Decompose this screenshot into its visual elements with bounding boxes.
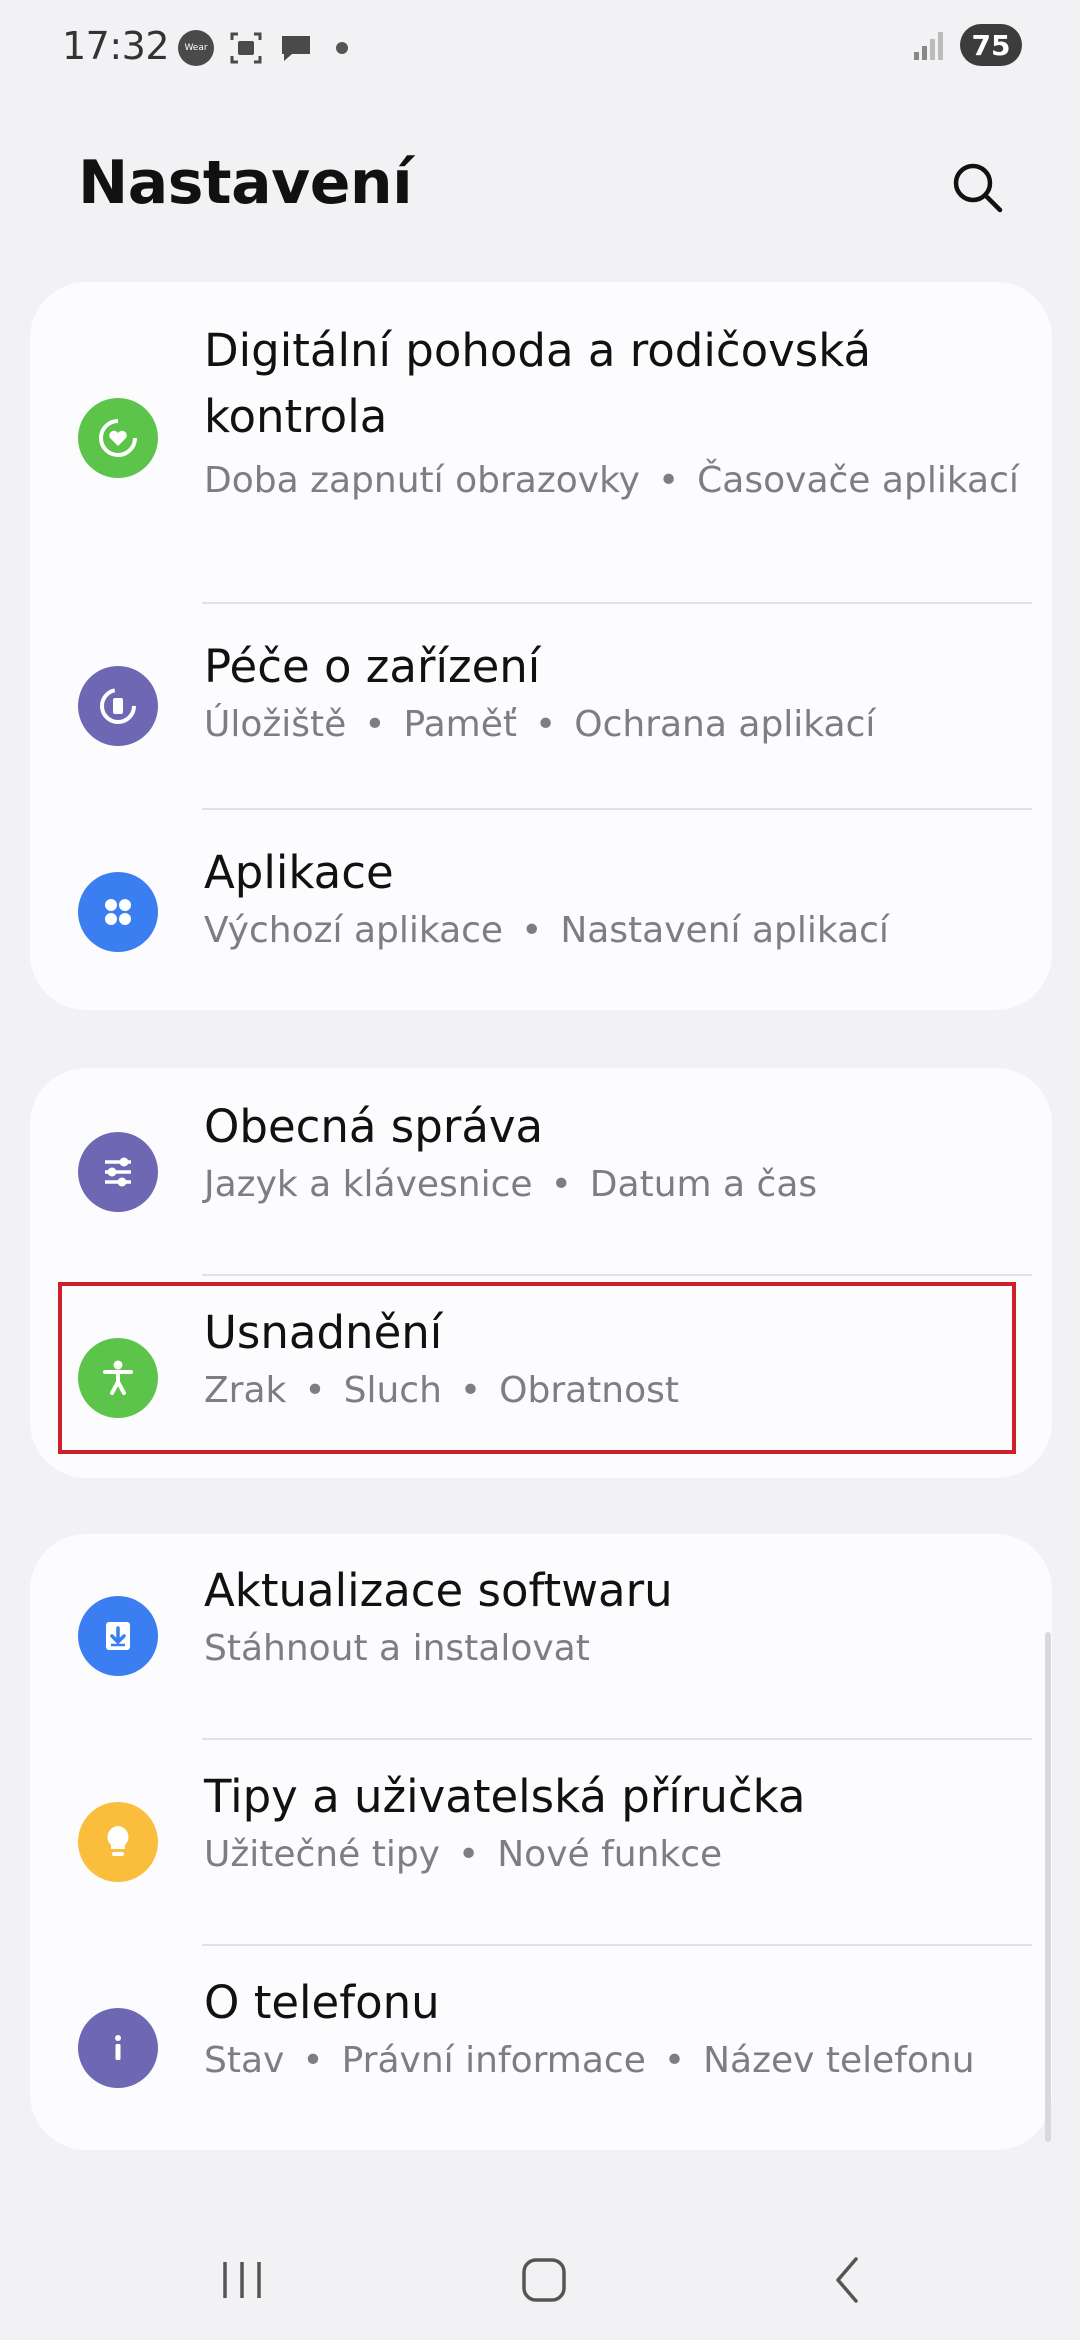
item-subtitle: Jazyk a klávesnice • Datum a čas <box>204 1164 818 1205</box>
item-title: Digitální pohoda a rodičovská kontrola <box>204 324 872 443</box>
subtitle-part: Doba zapnutí obrazovky <box>204 460 640 501</box>
subtitle-part: Stav <box>204 2040 285 2081</box>
subtitle-part: Ochrana aplikací <box>574 704 876 745</box>
subtitle-part: Užitečné tipy <box>204 1834 440 1875</box>
back-icon <box>836 2257 858 2303</box>
item-subtitle: Stáhnout a instalovat <box>204 1622 1024 1676</box>
subtitle-part: Stáhnout a instalovat <box>204 1628 590 1669</box>
item-title: Aplikace <box>204 846 394 899</box>
settings-item-about-phone[interactable]: O telefonu Stav • Právní informace • Název t… <box>30 1946 1052 2150</box>
status-system-icons: 75 <box>912 24 1022 66</box>
item-title: Obecná správa <box>204 1100 544 1153</box>
subtitle-part: Právní informace <box>341 2040 646 2081</box>
subtitle-part: Datum a čas <box>589 1164 818 1205</box>
subtitle-part: Paměť <box>403 704 518 745</box>
search-icon <box>953 163 1003 213</box>
recent-apps-icon <box>223 2262 261 2298</box>
page-title: Nastavení <box>78 148 413 218</box>
tips-icon <box>78 1802 158 1882</box>
settings-item-digital-wellbeing[interactable]: Digitální pohoda a rodičovská kontrola D… <box>30 282 1052 602</box>
home-button[interactable] <box>504 2250 584 2310</box>
status-notification-icons: Wear <box>178 30 348 66</box>
wear-icon: Wear <box>178 30 214 66</box>
subtitle-part: Úložiště <box>204 704 347 745</box>
home-icon <box>522 2258 566 2302</box>
settings-group-3: Aktualizace softwaru Stáhnout a instalov… <box>30 1534 1052 2150</box>
settings-item-general-management[interactable]: Obecná správa Jazyk a klávesnice • Datum a… <box>30 1068 1052 1274</box>
item-title: O telefonu <box>204 1976 440 2029</box>
item-title: Péče o zařízení <box>204 640 541 693</box>
search-button[interactable] <box>948 158 1008 218</box>
settings-group-1: Digitální pohoda a rodičovská kontrola D… <box>30 282 1052 1010</box>
subtitle-part: Nastavení aplikací <box>560 910 889 951</box>
about-phone-icon <box>78 2008 158 2088</box>
item-subtitle: Výchozí aplikace • Nastavení aplikací <box>204 910 889 951</box>
chat-icon <box>282 36 310 61</box>
more-notifications-dot <box>336 42 348 54</box>
software-update-icon <box>78 1596 158 1676</box>
subtitle-part: Název telefonu <box>703 2040 975 2081</box>
item-title: Tipy a uživatelská příručka <box>204 1770 806 1823</box>
status-time: 17:32 <box>62 24 170 68</box>
item-title: Aktualizace softwaru <box>204 1564 673 1617</box>
subtitle-part: Jazyk a klávesnice <box>204 1164 533 1205</box>
scrollbar[interactable] <box>1045 1632 1051 2142</box>
item-subtitle: Stav • Právní informace • Název telefonu <box>204 2040 975 2081</box>
settings-item-apps[interactable]: Aplikace Výchozí aplikace • Nastavení apli… <box>30 810 1052 1010</box>
settings-item-software-update[interactable]: Aktualizace softwaru Stáhnout a instalov… <box>30 1534 1052 1738</box>
battery-indicator: 75 <box>960 24 1022 66</box>
item-subtitle: Úložiště • Paměť • Ochrana aplikací <box>204 704 876 745</box>
navigation-bar <box>0 2220 1080 2340</box>
settings-item-device-care[interactable]: Péče o zařízení Úložiště • Paměť • Ochrana a… <box>30 604 1052 808</box>
highlight-box <box>58 1282 1016 1454</box>
subtitle-part: Výchozí aplikace <box>204 910 504 951</box>
apps-icon <box>78 872 158 952</box>
device-care-icon <box>78 666 158 746</box>
subtitle-part: Časovače aplikací <box>697 460 1019 501</box>
item-subtitle: Doba zapnutí obrazovky • Časovače aplikací <box>204 460 1019 501</box>
item-subtitle: Užitečné tipy • Nové funkce <box>204 1834 723 1875</box>
digital-wellbeing-icon <box>78 398 158 478</box>
settings-item-tips[interactable]: Tipy a uživatelská příručka Užitečné tip… <box>30 1740 1052 1944</box>
recent-apps-button[interactable] <box>202 2250 282 2310</box>
general-management-icon <box>78 1132 158 1212</box>
signal-icon <box>914 32 943 60</box>
status-bar: 17:32 Wear 75 <box>0 0 1080 100</box>
subtitle-part: Nové funkce <box>497 1834 723 1875</box>
back-button[interactable] <box>808 2250 888 2310</box>
screenshot-icon <box>230 32 262 64</box>
